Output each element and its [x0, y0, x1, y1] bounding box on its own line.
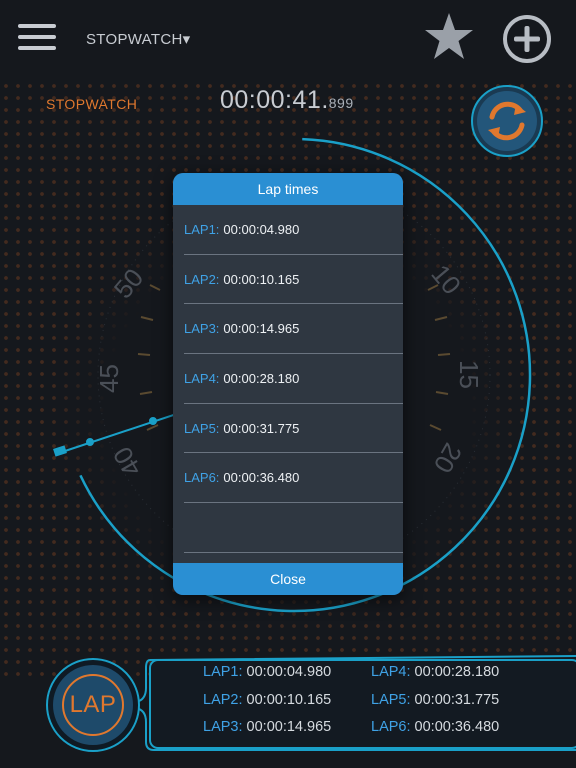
hamburger-menu-icon[interactable]	[18, 24, 56, 52]
lap-label: LAP2:	[203, 692, 243, 708]
dialog-lap-list: LAP1: 00:00:04.980 LAP2: 00:00:10.165 LAP3…	[173, 205, 403, 553]
lap-time: 00:00:28.180	[223, 370, 300, 386]
lap-button[interactable]	[45, 657, 141, 753]
lap-time: 00:00:14.965	[223, 321, 300, 337]
lap-label: LAP6:	[184, 470, 220, 486]
lap-label: LAP2:	[184, 271, 220, 287]
lap-times-dialog: Lap times LAP1: 00:00:04.980 LAP2: 00:00:1…	[173, 173, 403, 595]
lap-label: LAP3:	[184, 321, 220, 337]
lap-label: LAP4:	[371, 664, 411, 680]
lap-time: 00:00:04.980	[223, 221, 300, 237]
lap-label: LAP1:	[184, 221, 220, 237]
elapsed-time-display: 00:00:41.899	[220, 86, 354, 115]
lap-label: LAP1:	[203, 664, 243, 680]
lap-label: LAP5:	[184, 420, 220, 436]
dialog-lap-row: LAP4: 00:00:28.180	[184, 354, 403, 404]
top-bar: STOPWATCH▾	[0, 0, 576, 80]
reset-button[interactable]	[470, 84, 544, 158]
mode-label: STOPWATCH	[46, 96, 138, 112]
dial-number-45: 45	[94, 364, 124, 393]
dialog-empty-row	[184, 503, 403, 553]
dialog-lap-row: LAP6: 00:00:36.480	[184, 453, 403, 504]
lap-time: 00:00:14.965	[246, 719, 332, 735]
dial-number-40: 40	[107, 442, 147, 482]
dialog-title: Lap times	[173, 173, 403, 205]
summary-lap-item: LAP5: 00:00:31.775	[371, 692, 499, 708]
lap-time: 00:00:31.775	[414, 692, 500, 708]
summary-lap-item: LAP3: 00:00:14.965	[203, 719, 331, 735]
lap-time: 00:00:10.165	[246, 692, 332, 708]
lap-time: 00:00:31.775	[223, 420, 300, 436]
dial-number-50: 50	[108, 263, 150, 304]
close-button[interactable]: Close	[173, 563, 403, 595]
plus-circle-icon[interactable]	[500, 12, 554, 66]
summary-lap-item: LAP4: 00:00:28.180	[371, 664, 499, 680]
lap-label: LAP4:	[184, 370, 220, 386]
mode-dropdown[interactable]: STOPWATCH▾	[86, 30, 190, 48]
elapsed-time-ms: 899	[328, 95, 354, 111]
star-icon[interactable]	[422, 10, 476, 64]
lap-label: LAP5:	[371, 692, 411, 708]
summary-lap-item: LAP2: 00:00:10.165	[203, 692, 331, 708]
lap-label: LAP6:	[371, 719, 411, 735]
lap-time: 00:00:36.480	[223, 470, 300, 486]
dialog-lap-row: LAP2: 00:00:10.165	[184, 255, 403, 305]
lap-time: 00:00:36.480	[414, 719, 500, 735]
lap-time: 00:00:28.180	[414, 664, 500, 680]
summary-lap-item: LAP6: 00:00:36.480	[371, 719, 499, 735]
dialog-lap-row: LAP3: 00:00:14.965	[184, 304, 403, 355]
dialog-lap-row: LAP5: 00:00:31.775	[184, 404, 403, 454]
dial-number-10: 10	[425, 259, 467, 300]
lap-time: 00:00:04.980	[246, 664, 332, 680]
dial-number-15: 15	[454, 360, 484, 389]
lap-time: 00:00:10.165	[223, 271, 300, 287]
lap-label: LAP3:	[203, 719, 243, 735]
elapsed-time-main: 00:00:41.	[220, 86, 329, 114]
dial-number-20: 20	[428, 438, 468, 478]
summary-lap-item: LAP1: 00:00:04.980	[203, 664, 331, 680]
dialog-lap-row: LAP1: 00:00:04.980	[184, 205, 403, 255]
